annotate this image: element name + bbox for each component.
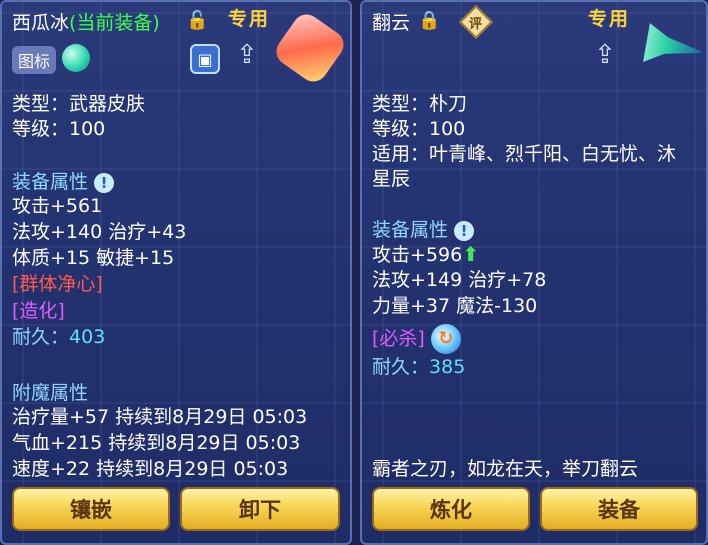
preview-icon[interactable]: ▣ — [190, 44, 220, 74]
applicable-line: 星辰 — [372, 168, 411, 190]
special-label: 专用 — [228, 8, 271, 30]
type-line: 类型：武器皮肤 — [12, 93, 146, 115]
equipped-tag: (当前装备) — [69, 12, 160, 34]
lock-open-icon[interactable]: 🔓 — [186, 10, 208, 31]
left-item-panel: 西瓜冰(当前装备) 🔓 专用 图标 ▣ ⇪ 类型：武器皮肤 等级：100 装备属… — [0, 0, 352, 545]
info-icon[interactable]: ! — [454, 220, 475, 241]
level-line: 等级：100 — [12, 118, 106, 140]
unload-button[interactable]: 卸下 — [180, 487, 340, 531]
item-name: 西瓜冰 — [12, 12, 70, 34]
applicable-line: 适用：叶青峰、烈千阳、白无忧、沐 — [372, 143, 677, 165]
skill-line[interactable]: [群体净心] — [12, 271, 103, 297]
attr-line: 攻击+596⬆ — [372, 241, 479, 268]
durability-line: 耐久：385 — [372, 354, 465, 380]
attr-section-title: 装备属性 ! — [12, 167, 115, 194]
attr-title: 装备属性 — [372, 219, 449, 241]
attr-line: 体质+15 敏捷+15 — [12, 247, 175, 269]
enchant-title: 附魔属性 — [12, 382, 89, 404]
attr-section-title: 装备属性 ! — [372, 215, 475, 242]
left-item-title: 西瓜冰(当前装备) — [12, 8, 160, 35]
flavor-text: 霸者之刃，如龙在天，举刀翻云 — [372, 458, 639, 480]
enchant-line: 速度+22 持续到8月29日 05:03 — [12, 458, 289, 480]
right-item-panel: 翻云 🔒 评 专用 ⇪ 类型：朴刀 等级：100 适用：叶青峰、烈千阳、白无忧、… — [360, 0, 708, 545]
level-line: 等级：100 — [372, 118, 466, 140]
skill-line[interactable]: [必杀] ↻ — [372, 324, 461, 354]
attr-title: 装备属性 — [12, 171, 89, 193]
durability-label: 耐久： — [372, 356, 430, 378]
refine-button[interactable]: 炼化 — [372, 487, 530, 531]
orb-icon[interactable] — [62, 44, 90, 72]
share-icon[interactable]: ⇪ — [594, 40, 616, 70]
inlay-button[interactable]: 镶嵌 — [12, 487, 170, 531]
durability-line: 耐久：403 — [12, 324, 105, 350]
lock-icon[interactable]: 🔒 — [418, 10, 440, 31]
icon-badge[interactable]: 图标 — [12, 46, 57, 74]
enchant-line: 治疗量+57 持续到8月29日 05:03 — [12, 406, 308, 428]
equip-button[interactable]: 装备 — [540, 487, 698, 531]
item-name: 翻云 — [372, 12, 411, 34]
attr-line: 攻击+561 — [12, 195, 103, 217]
durability-value: 385 — [429, 356, 466, 378]
attr-attack: 攻击+596 — [372, 244, 463, 266]
arrow-up-icon: ⬆ — [462, 242, 479, 266]
durability-value: 403 — [69, 326, 106, 348]
attr-line: 力量+37 魔法-130 — [372, 295, 538, 317]
skill-line[interactable]: [造化] — [12, 298, 65, 324]
type-line: 类型：朴刀 — [372, 93, 468, 115]
durability-label: 耐久： — [12, 326, 70, 348]
special-label: 专用 — [588, 8, 631, 30]
attr-line: 法攻+140 治疗+43 — [12, 221, 187, 243]
skill-name: [必杀] — [372, 327, 425, 350]
share-icon[interactable]: ⇪ — [236, 40, 258, 70]
review-badge: 评 — [469, 17, 483, 32]
refresh-skill-icon: ↻ — [430, 324, 461, 354]
info-icon[interactable]: ! — [94, 172, 115, 193]
enchant-line: 气血+215 持续到8月29日 05:03 — [12, 432, 301, 454]
attr-line: 法攻+149 治疗+78 — [372, 269, 547, 291]
